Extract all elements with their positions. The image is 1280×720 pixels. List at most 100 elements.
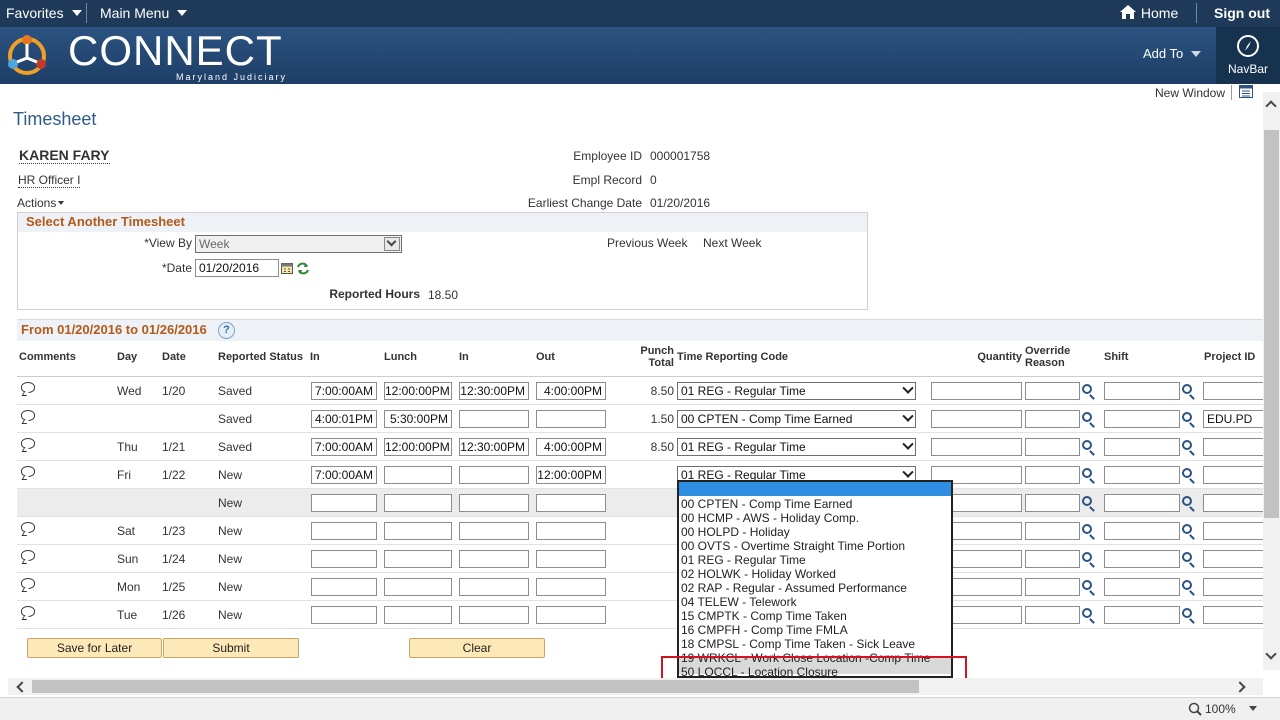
time-input-lunch[interactable] [384, 606, 452, 624]
date-input[interactable]: 01/20/2016 [195, 259, 279, 277]
shift-lookup-icon[interactable] [1182, 384, 1192, 394]
time-input-in1[interactable]: 7:00:00AM [311, 438, 377, 456]
chevron-down-icon[interactable] [1249, 706, 1257, 711]
time-input-in2[interactable] [459, 410, 529, 428]
time-input-in2[interactable] [459, 606, 529, 624]
time-input-out[interactable]: 12:00:00PM [536, 466, 606, 484]
scroll-up-arrow-icon[interactable] [1265, 100, 1277, 112]
view-by-select[interactable]: Week [195, 235, 402, 253]
time-input-in1[interactable]: 7:00:00AM [311, 382, 377, 400]
time-input-lunch[interactable]: 12:00:00PM [384, 438, 452, 456]
override-reason-input[interactable] [1025, 438, 1080, 456]
project-id-input[interactable] [1203, 550, 1263, 568]
time-input-in1[interactable]: 4:00:01PM [311, 410, 377, 428]
override-reason-input[interactable] [1025, 550, 1080, 568]
override-reason-lookup-icon[interactable] [1082, 524, 1092, 534]
submit-button[interactable]: Submit [163, 638, 299, 658]
time-input-in1[interactable] [311, 550, 377, 568]
save-for-later-button[interactable]: Save for Later [27, 638, 162, 658]
time-input-in2[interactable] [459, 578, 529, 596]
zoom-level[interactable]: 100% [1205, 702, 1236, 716]
home-link[interactable]: Home [1119, 4, 1178, 21]
time-input-in2[interactable] [459, 522, 529, 540]
dropdown-option[interactable]: 15 CMPTK - Comp Time Taken [681, 609, 847, 623]
time-input-in1[interactable] [311, 522, 377, 540]
project-id-input[interactable] [1203, 466, 1263, 484]
comment-icon[interactable] [21, 522, 35, 533]
personalize-page-icon[interactable] [1239, 85, 1253, 98]
time-input-lunch[interactable] [384, 522, 452, 540]
comment-icon[interactable] [21, 438, 35, 449]
clear-button[interactable]: Clear [409, 638, 545, 658]
time-input-in2[interactable] [459, 466, 529, 484]
shift-input[interactable] [1104, 494, 1180, 512]
vertical-scroll-thumb[interactable] [1264, 130, 1279, 518]
time-input-in1[interactable] [311, 606, 377, 624]
job-title[interactable]: HR Officer I [18, 173, 81, 188]
dropdown-option[interactable]: 18 CMPSL - Comp Time Taken - Sick Leave [681, 637, 915, 651]
help-icon[interactable]: ? [218, 322, 235, 339]
project-id-input[interactable] [1203, 606, 1263, 624]
override-reason-lookup-icon[interactable] [1082, 440, 1092, 450]
scroll-left-arrow-icon[interactable] [16, 681, 28, 693]
time-input-out[interactable] [536, 410, 606, 428]
horizontal-scroll-thumb[interactable] [32, 680, 919, 693]
override-reason-input[interactable] [1025, 494, 1080, 512]
project-id-input[interactable] [1203, 522, 1263, 540]
project-id-input[interactable] [1203, 382, 1263, 400]
comment-icon[interactable] [21, 578, 35, 589]
time-input-in2[interactable]: 12:30:00PM [459, 438, 529, 456]
new-window-link[interactable]: New Window [1155, 86, 1225, 100]
refresh-icon[interactable] [296, 262, 310, 275]
override-reason-lookup-icon[interactable] [1082, 412, 1092, 422]
time-input-out[interactable] [536, 522, 606, 540]
navbar-button[interactable]: NavBar [1216, 27, 1280, 84]
dropdown-option[interactable]: 02 RAP - Regular - Assumed Performance [681, 581, 907, 595]
override-reason-input[interactable] [1025, 578, 1080, 596]
override-reason-lookup-icon[interactable] [1082, 552, 1092, 562]
dropdown-option[interactable]: 00 HOLPD - Holiday [681, 525, 790, 539]
dropdown-option[interactable]: 02 HOLWK - Holiday Worked [681, 567, 836, 581]
shift-lookup-icon[interactable] [1182, 552, 1192, 562]
comment-icon[interactable] [21, 606, 35, 617]
horizontal-scrollbar[interactable] [8, 678, 1263, 695]
time-input-out[interactable] [536, 550, 606, 568]
project-id-input[interactable] [1203, 438, 1263, 456]
override-reason-lookup-icon[interactable] [1082, 580, 1092, 590]
shift-input[interactable] [1104, 606, 1180, 624]
override-reason-lookup-icon[interactable] [1082, 496, 1092, 506]
time-input-lunch[interactable]: 12:00:00PM [384, 382, 452, 400]
calendar-icon[interactable] [281, 262, 293, 274]
project-id-input[interactable] [1203, 494, 1263, 512]
shift-input[interactable] [1104, 522, 1180, 540]
zoom-icon[interactable] [1188, 702, 1202, 716]
dropdown-option[interactable]: 01 REG - Regular Time [681, 553, 806, 567]
shift-lookup-icon[interactable] [1182, 496, 1192, 506]
time-input-lunch[interactable] [384, 550, 452, 568]
dropdown-selected-blank-option[interactable] [679, 482, 951, 496]
time-input-out[interactable] [536, 606, 606, 624]
employee-name[interactable]: KAREN FARY [19, 147, 110, 164]
shift-input[interactable] [1104, 466, 1180, 484]
time-reporting-code-select[interactable]: 00 CPTEN - Comp Time Earned [677, 410, 916, 428]
time-input-lunch[interactable]: 5:30:00PM [384, 410, 452, 428]
previous-week-link[interactable]: Previous Week [607, 236, 687, 250]
comment-icon[interactable] [21, 382, 35, 393]
comment-icon[interactable] [21, 466, 35, 477]
shift-lookup-icon[interactable] [1182, 412, 1192, 422]
override-reason-input[interactable] [1025, 382, 1080, 400]
shift-input[interactable] [1104, 410, 1180, 428]
project-id-input[interactable] [1203, 578, 1263, 596]
actions-menu[interactable]: Actions [17, 196, 65, 210]
override-reason-input[interactable] [1025, 410, 1080, 428]
time-input-out[interactable] [536, 578, 606, 596]
dropdown-option[interactable]: 00 CPTEN - Comp Time Earned [681, 497, 852, 511]
favorites-menu[interactable]: Favorites [6, 5, 82, 21]
override-reason-input[interactable] [1025, 466, 1080, 484]
override-reason-lookup-icon[interactable] [1082, 608, 1092, 618]
shift-input[interactable] [1104, 438, 1180, 456]
quantity-input[interactable] [931, 410, 1022, 428]
next-week-link[interactable]: Next Week [703, 236, 761, 250]
time-input-lunch[interactable] [384, 466, 452, 484]
dropdown-option[interactable]: 00 HCMP - AWS - Holiday Comp. [681, 511, 859, 525]
